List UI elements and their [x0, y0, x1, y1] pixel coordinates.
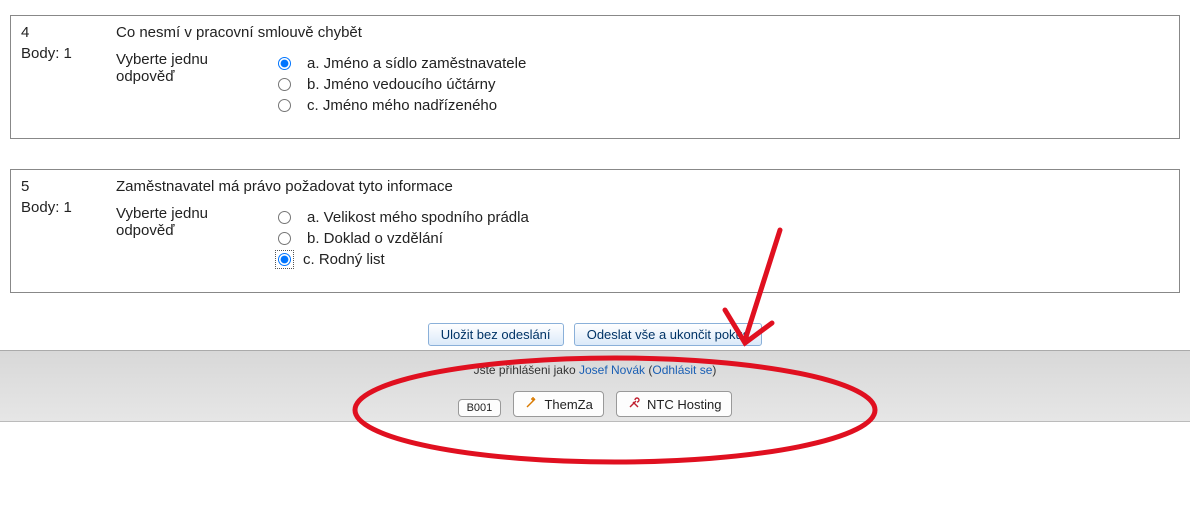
question-number: 5	[21, 178, 116, 195]
answer-label: a. Jméno a sídlo zaměstnavatele	[307, 55, 526, 72]
footer: Jste přihlášeni jako Josef Novák (Odhlás…	[0, 350, 1190, 421]
answer-label: b. Jméno vedoucího účtárny	[307, 76, 495, 93]
themza-chip[interactable]: ThemZa	[513, 391, 603, 417]
submit-button[interactable]: Odeslat vše a ukončit pokus	[574, 323, 763, 346]
answer-option[interactable]: c. Rodný list	[276, 251, 1169, 268]
answer-option[interactable]: a. Velikost mého spodního prádla	[276, 209, 1169, 226]
wand-icon	[524, 396, 538, 412]
answer-prompt: Vyberte jednu odpověď	[116, 205, 276, 239]
question-points: Body: 1	[21, 45, 116, 62]
ntc-label: NTC Hosting	[647, 397, 721, 412]
answer-radio[interactable]	[278, 57, 291, 70]
question-points: Body: 1	[21, 199, 116, 216]
ntc-hosting-chip[interactable]: NTC Hosting	[616, 391, 732, 417]
course-code-label: B001	[467, 402, 493, 414]
question-title: Zaměstnavatel má právo požadovat tyto in…	[116, 178, 1169, 195]
save-button[interactable]: Uložit bez odeslání	[428, 323, 564, 346]
submit-bar: Uložit bez odeslání Odeslat vše a ukonči…	[10, 323, 1180, 346]
question-number: 4	[21, 24, 116, 41]
answer-radio[interactable]	[278, 253, 291, 266]
question-box: 5 Body: 1 Zaměstnavatel má právo požadov…	[10, 169, 1180, 293]
footer-divider	[0, 421, 1190, 422]
course-code-chip[interactable]: B001	[458, 399, 502, 417]
answer-label: c. Jméno mého nadřízeného	[307, 97, 497, 114]
login-status: Jste přihlášeni jako Josef Novák (Odhlás…	[0, 363, 1190, 377]
question-box: 4 Body: 1 Co nesmí v pracovní smlouvě ch…	[10, 15, 1180, 139]
answer-option[interactable]: b. Doklad o vzdělání	[276, 230, 1169, 247]
themza-label: ThemZa	[544, 397, 592, 412]
answer-radio[interactable]	[278, 211, 291, 224]
answer-label: a. Velikost mého spodního prádla	[307, 209, 529, 226]
answer-radio[interactable]	[278, 232, 291, 245]
answer-radio[interactable]	[278, 99, 291, 112]
tools-icon	[627, 396, 641, 412]
answer-label: c. Rodný list	[303, 251, 385, 268]
login-prefix: Jste přihlášeni jako	[474, 363, 579, 377]
answer-prompt: Vyberte jednu odpověď	[116, 51, 276, 85]
answer-option[interactable]: a. Jméno a sídlo zaměstnavatele	[276, 55, 1169, 72]
answer-option[interactable]: b. Jméno vedoucího účtárny	[276, 76, 1169, 93]
question-title: Co nesmí v pracovní smlouvě chybět	[116, 24, 1169, 41]
logout-link[interactable]: Odhlásit se	[652, 363, 712, 377]
user-link[interactable]: Josef Novák	[579, 363, 645, 377]
answer-option[interactable]: c. Jméno mého nadřízeného	[276, 97, 1169, 114]
answer-radio[interactable]	[278, 78, 291, 91]
answer-label: b. Doklad o vzdělání	[307, 230, 443, 247]
